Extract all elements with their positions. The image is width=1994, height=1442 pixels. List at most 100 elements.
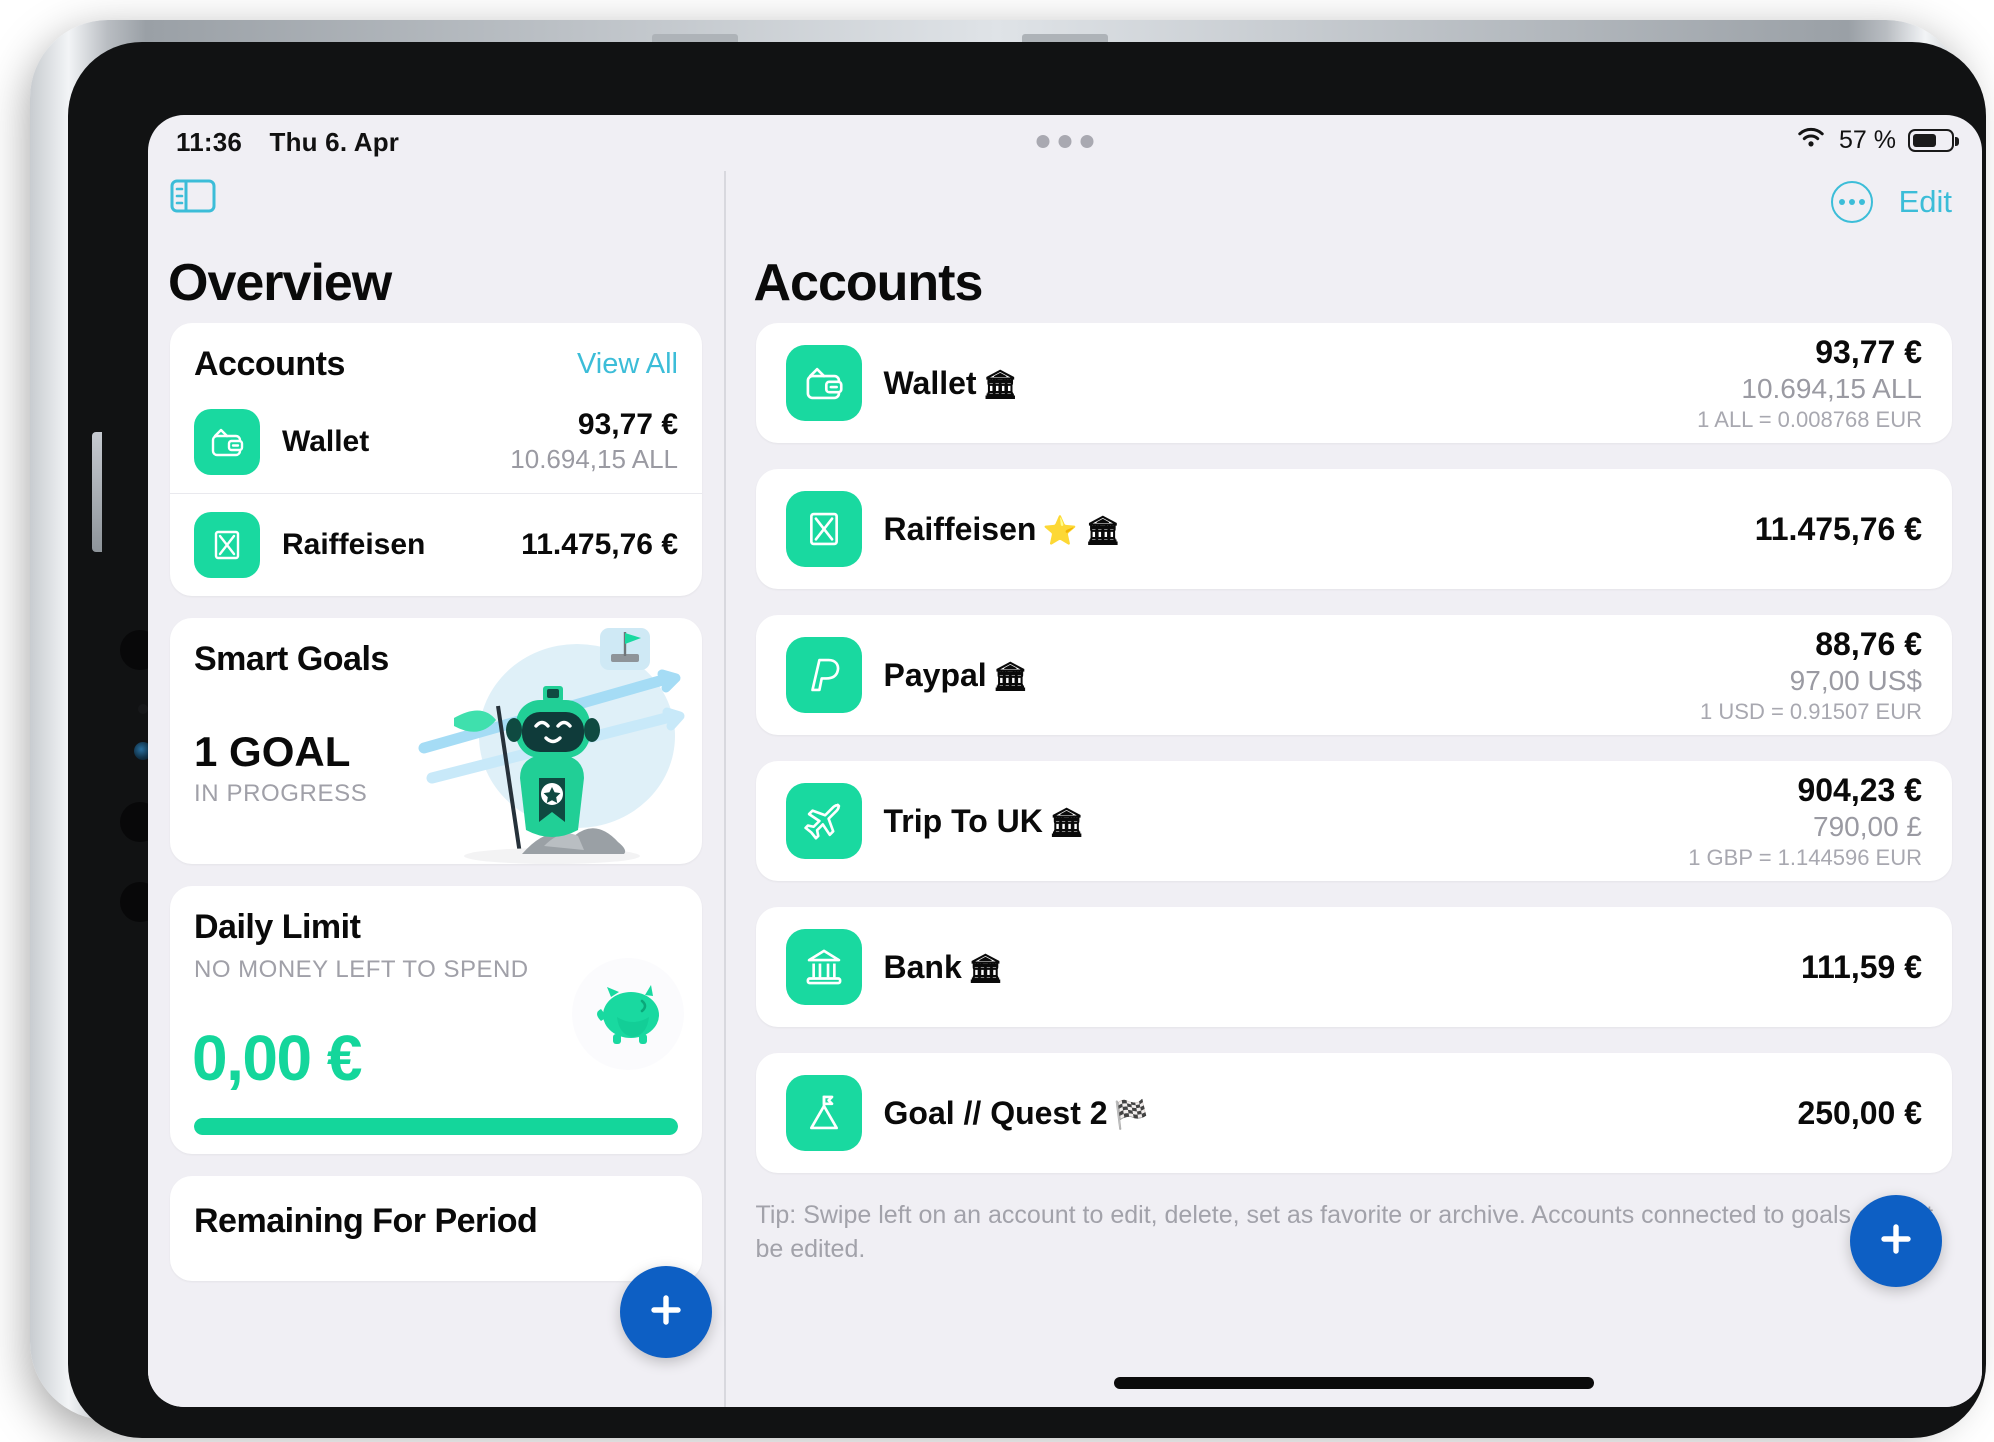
amount-primary: 11.475,76 € — [521, 528, 678, 561]
list-item-amounts: 11.475,76 € — [521, 528, 678, 562]
sidebar-scroll-area[interactable]: Accounts View All Wallet 93,77 € 10.694,… — [148, 323, 724, 1407]
raiffeisen-icon — [194, 512, 260, 578]
checkered-flag-badge-icon: 🏁 — [1113, 1098, 1149, 1130]
amount-primary: 250,00 € — [1797, 1094, 1922, 1131]
bank-badge-icon: 🏛 — [1048, 806, 1085, 838]
daily-limit-progress-bar — [194, 1118, 678, 1135]
account-name: Goal // Quest 2 🏁 — [884, 1095, 1149, 1132]
account-name: Trip To UK 🏛 — [884, 803, 1085, 840]
card-title: Remaining For Period — [194, 1202, 538, 1240]
table-row[interactable]: Raiffeisen ⭐ 🏛 11.475,76 € — [755, 469, 1952, 589]
list-item[interactable]: Wallet 93,77 € 10.694,15 ALL — [170, 398, 702, 493]
favorite-star-and-bank-badge-icon: ⭐ 🏛 — [1042, 514, 1121, 546]
page-title: Accounts — [753, 254, 984, 312]
goal-count: 1 GOAL — [194, 728, 351, 775]
amount-primary: 93,77 € — [577, 408, 678, 441]
add-account-button[interactable] — [1850, 1195, 1942, 1287]
handle-dot — [1058, 135, 1072, 148]
status-bar-right: 57 % — [1795, 126, 1959, 155]
battery-fill — [1912, 133, 1936, 147]
sidebar-remaining-period-card[interactable]: Remaining For Period — [170, 1176, 702, 1281]
more-ellipsis-icon[interactable] — [1830, 181, 1873, 223]
account-values: 904,23 € 790,00 £ 1 GBP = 1.144596 EUR — [1688, 772, 1922, 871]
sidebar-smart-goals-card[interactable]: Smart Goals 1 GOAL IN PROGRESS — [170, 618, 702, 864]
table-row[interactable]: Goal // Quest 2 🏁 250,00 € — [755, 1053, 1952, 1173]
bank-badge-icon: 🏛 — [982, 368, 1019, 400]
amount-secondary: 10.694,15 ALL — [510, 444, 678, 474]
airplane-icon — [785, 783, 862, 859]
piggy-bank-icon — [572, 958, 684, 1070]
account-values: 11.475,76 € — [1755, 511, 1922, 548]
main-toolbar: Edit — [1830, 181, 1952, 223]
raiffeisen-icon — [785, 491, 862, 567]
amount-primary: 904,23 € — [1797, 771, 1922, 808]
table-row[interactable]: Paypal 🏛 88,76 € 97,00 US$ 1 USD = 0.9150… — [755, 615, 1952, 735]
status-date: Thu 6. Apr — [269, 127, 400, 157]
account-name-text: Raiffeisen — [883, 510, 1037, 547]
ellipsis-dot — [1858, 199, 1865, 205]
power-button[interactable] — [92, 432, 102, 552]
account-name-text: Bank — [883, 948, 962, 985]
sidebar-daily-limit-card[interactable]: Daily Limit NO MONEY LEFT TO SPEND 0,00 … — [170, 886, 702, 1154]
table-row[interactable]: Trip To UK 🏛 904,23 € 790,00 £ 1 GBP = 1.… — [755, 761, 1952, 881]
card-header: Accounts View All — [170, 323, 702, 398]
accounts-tip-text: Tip: Swipe left on an account to edit, d… — [755, 1201, 1934, 1263]
account-values: 88,76 € 97,00 US$ 1 USD = 0.91507 EUR — [1700, 626, 1922, 725]
amount-primary: 93,77 € — [1815, 333, 1922, 370]
account-name-text: Wallet — [883, 364, 977, 401]
plus-icon — [646, 1290, 686, 1335]
amount-secondary: 10.694,15 ALL — [1741, 372, 1922, 404]
device-bezel: 11:36 Thu 6. Apr 57 % Overview Accounts … — [68, 42, 1986, 1438]
status-time-date: 11:36 Thu 6. Apr — [176, 127, 399, 158]
daily-limit-subtitle: NO MONEY LEFT TO SPEND — [194, 956, 529, 983]
amount-secondary: 790,00 £ — [1813, 810, 1922, 842]
multitasking-handle[interactable] — [1036, 135, 1094, 148]
wifi-icon — [1795, 126, 1827, 155]
edit-button[interactable]: Edit — [1899, 184, 1952, 220]
status-bar: 11:36 Thu 6. Apr 57 % — [148, 115, 1982, 171]
bank-badge-icon: 🏛 — [967, 952, 1004, 984]
sidebar-pane: Overview Accounts View All Wallet 93,77 … — [148, 171, 724, 1407]
account-name: Bank 🏛 — [884, 949, 1004, 986]
sidebar-toggle-icon[interactable] — [169, 177, 217, 215]
table-row[interactable]: Bank 🏛 111,59 € — [755, 907, 1952, 1027]
robot-mascot-illustration — [402, 618, 702, 864]
plus-icon — [1876, 1219, 1916, 1264]
add-button-sidebar[interactable] — [620, 1266, 712, 1358]
daily-limit-amount: 0,00 € — [192, 1022, 362, 1094]
account-name-text: Goal // Quest 2 — [883, 1094, 1108, 1131]
ipad-screen: 11:36 Thu 6. Apr 57 % Overview Accounts … — [148, 115, 1982, 1407]
sidebar-accounts-card[interactable]: Accounts View All Wallet 93,77 € 10.694,… — [170, 323, 702, 596]
amount-primary: 88,76 € — [1815, 625, 1922, 662]
main-pane: Edit Accounts Wallet 🏛 93,77 € 10.694,15… — [725, 171, 1983, 1407]
account-values: 250,00 € — [1797, 1095, 1922, 1132]
card-title: Smart Goals — [194, 640, 389, 678]
list-item[interactable]: Raiffeisen 11.475,76 € — [170, 493, 702, 596]
ellipsis-dot — [1838, 199, 1845, 205]
bank-icon — [785, 929, 862, 1005]
account-values: 93,77 € 10.694,15 ALL 1 ALL = 0.008768 E… — [1697, 334, 1922, 433]
account-name: Raiffeisen ⭐ 🏛 — [884, 511, 1121, 548]
account-name-text: Trip To UK — [883, 802, 1043, 839]
table-row[interactable]: Wallet 🏛 93,77 € 10.694,15 ALL 1 ALL = 0.… — [755, 323, 1952, 443]
exchange-rate: 1 USD = 0.91507 EUR — [1700, 698, 1922, 724]
exchange-rate: 1 ALL = 0.008768 EUR — [1697, 406, 1922, 432]
bank-badge-icon: 🏛 — [992, 660, 1029, 692]
handle-dot — [1080, 135, 1094, 148]
ipad-device-frame: 11:36 Thu 6. Apr 57 % Overview Accounts … — [30, 20, 1986, 1438]
home-indicator — [1113, 1377, 1594, 1389]
paypal-icon — [785, 637, 862, 713]
list-item-label: Raiffeisen — [282, 528, 426, 561]
sensor-dot-icon — [138, 704, 148, 714]
view-all-link[interactable]: View All — [577, 348, 678, 381]
accounts-list[interactable]: Wallet 🏛 93,77 € 10.694,15 ALL 1 ALL = 0.… — [726, 323, 1983, 1407]
mountain-flag-icon — [785, 1075, 862, 1151]
list-item-amounts: 93,77 € 10.694,15 ALL — [510, 408, 678, 475]
amount-secondary: 97,00 US$ — [1789, 664, 1922, 696]
card-title: Accounts — [194, 345, 345, 383]
page-title: Overview — [168, 254, 392, 312]
wallet-icon — [785, 345, 862, 421]
split-view: Overview Accounts View All Wallet 93,77 … — [148, 171, 1982, 1407]
handle-dot — [1036, 135, 1050, 148]
status-time: 11:36 — [176, 127, 243, 157]
